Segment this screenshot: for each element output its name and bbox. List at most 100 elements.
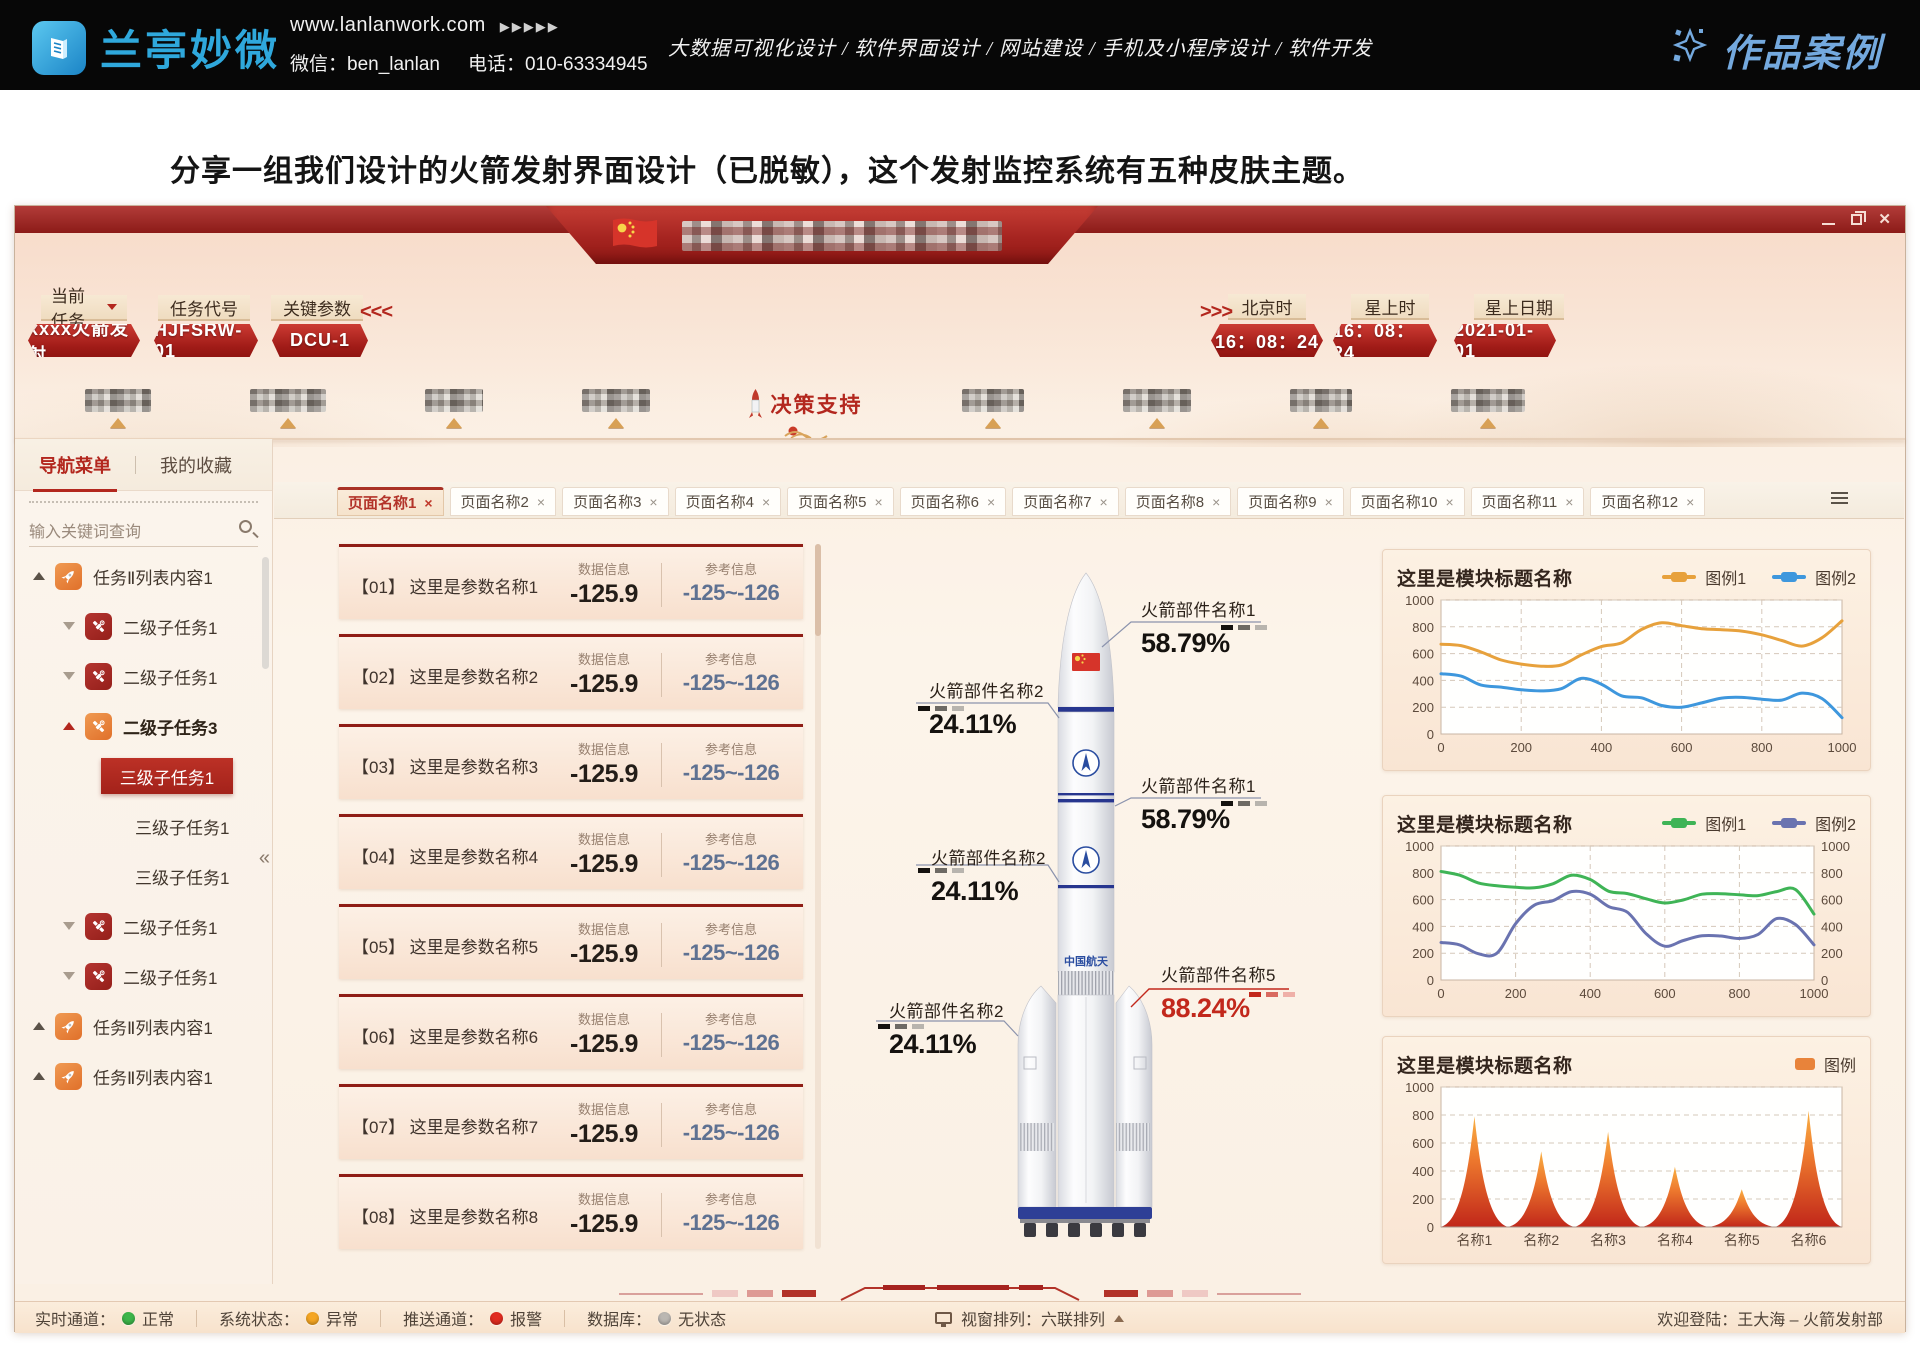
legend-item[interactable]: 图例1 xyxy=(1662,811,1746,835)
restore-icon[interactable] xyxy=(1851,214,1862,225)
page-tab-11[interactable]: 页面名称11× xyxy=(1471,487,1585,516)
tree-item-7[interactable]: 三级子任务1 xyxy=(15,851,272,901)
caret-down-icon[interactable] xyxy=(63,972,75,980)
parameter-scrollbar[interactable] xyxy=(815,544,821,1249)
tree-item-4[interactable]: 二级子任务3 xyxy=(15,701,272,751)
tree-item-5[interactable]: 三级子任务1 xyxy=(15,751,272,801)
tab-close-icon[interactable]: × xyxy=(1565,494,1573,510)
page-tab-4[interactable]: 页面名称4× xyxy=(675,487,782,516)
page-tab-9[interactable]: 页面名称9× xyxy=(1237,487,1344,516)
tab-list-menu-icon[interactable] xyxy=(1831,492,1848,507)
page-tab-2[interactable]: 页面名称2× xyxy=(450,487,557,516)
data-info-value: -125.9 xyxy=(549,670,659,699)
svg-text:名称4: 名称4 xyxy=(1657,1232,1693,1248)
caret-up-icon[interactable] xyxy=(63,722,75,730)
minimize-icon[interactable] xyxy=(1822,223,1835,225)
page-tab-5[interactable]: 页面名称5× xyxy=(787,487,894,516)
legend-item[interactable]: 图例2 xyxy=(1772,565,1856,589)
tab-close-icon[interactable]: × xyxy=(874,494,882,510)
search-placeholder: 输入关键词查询 xyxy=(29,518,141,542)
page-tab-1[interactable]: 页面名称1× xyxy=(337,487,444,516)
menu-item-censored-3[interactable] xyxy=(582,389,650,428)
tab-close-icon[interactable]: × xyxy=(1325,494,1333,510)
tree-item-9[interactable]: 二级子任务1 xyxy=(15,951,272,1001)
tree-item-10[interactable]: 任务Ⅱ列表内容1 xyxy=(15,1001,272,1051)
parameter-card-2[interactable]: 【02】 这里是参数名称2数据信息-125.9参考信息-125~-126 xyxy=(339,634,803,709)
page-tab-8[interactable]: 页面名称8× xyxy=(1125,487,1232,516)
close-icon[interactable]: ✕ xyxy=(1878,213,1891,226)
page-tab-6[interactable]: 页面名称6× xyxy=(900,487,1007,516)
chevron-up-icon xyxy=(1114,1315,1124,1322)
censored-app-title xyxy=(682,221,1002,251)
legend-item[interactable]: 图例1 xyxy=(1662,565,1746,589)
chart-card-2: 这里是模块标题名称图例1图例20020020040040060060080080… xyxy=(1382,795,1871,1017)
parameter-card-7[interactable]: 【07】 这里是参数名称7数据信息-125.9参考信息-125~-126 xyxy=(339,1084,803,1159)
showcase-caption: 分享一组我们设计的火箭发射界面设计（已脱敏），这个发射监控系统有五种皮肤主题。 xyxy=(170,146,1364,190)
tree-item-2[interactable]: 二级子任务1 xyxy=(15,601,272,651)
status-item-2: 系统状态：异常 xyxy=(219,1306,358,1330)
search-input[interactable]: 输入关键词查询 xyxy=(29,513,258,547)
parameter-card-6[interactable]: 【06】 这里是参数名称6数据信息-125.9参考信息-125~-126 xyxy=(339,994,803,1069)
tab-close-icon[interactable]: × xyxy=(1686,494,1694,510)
legend-item[interactable]: 图例2 xyxy=(1772,811,1856,835)
tab-close-icon[interactable]: × xyxy=(1100,494,1108,510)
tab-close-icon[interactable]: × xyxy=(424,495,432,511)
caret-down-icon[interactable] xyxy=(63,672,75,680)
tab-close-icon[interactable]: × xyxy=(987,494,995,510)
callout-part-name: 火箭部件名称2 xyxy=(929,677,1044,702)
window-layout-control[interactable]: 视窗排列：六联排列 xyxy=(935,1302,1124,1334)
svg-text:400: 400 xyxy=(1412,1164,1434,1179)
parameter-card-5[interactable]: 【05】 这里是参数名称5数据信息-125.9参考信息-125~-126 xyxy=(339,904,803,979)
menu-item-censored-6[interactable] xyxy=(1123,389,1191,428)
page-tab-10[interactable]: 页面名称10× xyxy=(1350,487,1465,516)
page-tab-7[interactable]: 页面名称7× xyxy=(1012,487,1119,516)
tree-item-11[interactable]: 任务Ⅱ列表内容1 xyxy=(15,1051,272,1101)
task-field-label-3[interactable]: 关键参数 xyxy=(271,295,363,321)
svg-text:名称3: 名称3 xyxy=(1590,1232,1626,1248)
tab-close-icon[interactable]: × xyxy=(762,494,770,510)
page-tab-3[interactable]: 页面名称3× xyxy=(562,487,669,516)
reference-column: 参考信息-125~-126 xyxy=(669,919,793,966)
tree-item-3[interactable]: 二级子任务1 xyxy=(15,651,272,701)
caret-down-icon[interactable] xyxy=(63,922,75,930)
menu-item-censored-0[interactable] xyxy=(85,389,151,428)
data-info-column: 数据信息-125.9 xyxy=(549,919,659,969)
tab-my-favorites[interactable]: 我的收藏 xyxy=(136,452,256,478)
tab-close-icon[interactable]: × xyxy=(1212,494,1220,510)
parameter-card-3[interactable]: 【03】 这里是参数名称3数据信息-125.9参考信息-125~-126 xyxy=(339,724,803,799)
task-field-label-1[interactable]: 当前任务 xyxy=(41,295,127,321)
sidebar-collapse-icon[interactable]: « xyxy=(259,847,270,870)
menu-item-censored-8[interactable] xyxy=(1451,389,1525,428)
sidebar-scrollbar[interactable] xyxy=(262,557,269,669)
caret-down-icon[interactable] xyxy=(63,622,75,630)
tab-close-icon[interactable]: × xyxy=(1445,494,1453,510)
tab-close-icon[interactable]: × xyxy=(537,494,545,510)
parameter-card-1[interactable]: 【01】 这里是参数名称1数据信息-125.9参考信息-125~-126 xyxy=(339,544,803,619)
menu-item-censored-2[interactable] xyxy=(425,389,483,428)
menu-ornament-icon xyxy=(446,418,462,428)
page-tab-12[interactable]: 页面名称12× xyxy=(1590,487,1705,516)
portfolio-link[interactable]: 作品案例 xyxy=(1668,22,1882,77)
parameter-card-8[interactable]: 【08】 这里是参数名称8数据信息-125.9参考信息-125~-126 xyxy=(339,1174,803,1249)
caret-up-icon[interactable] xyxy=(33,572,45,580)
svg-text:1000: 1000 xyxy=(1405,593,1434,608)
menu-item-censored-7[interactable] xyxy=(1290,389,1352,428)
legend-item[interactable]: 图例 xyxy=(1795,1052,1856,1076)
caret-up-icon[interactable] xyxy=(33,1022,45,1030)
tree-item-6[interactable]: 三级子任务1 xyxy=(15,801,272,851)
svg-text:1000: 1000 xyxy=(1821,839,1850,854)
parameter-card-4[interactable]: 【04】 这里是参数名称4数据信息-125.9参考信息-125~-126 xyxy=(339,814,803,889)
search-icon[interactable] xyxy=(239,520,252,533)
tab-nav-menu[interactable]: 导航菜单 xyxy=(15,452,135,478)
tab-close-icon[interactable]: × xyxy=(649,494,657,510)
menu-item-censored-1[interactable] xyxy=(250,389,326,428)
chart-plot-3: 02004006008001000名称1名称2名称3名称4名称5名称6 xyxy=(1397,1079,1858,1251)
caret-up-icon[interactable] xyxy=(33,1072,45,1080)
parameter-name: 【01】 这里是参数名称1 xyxy=(352,573,538,598)
tree-item-8[interactable]: 二级子任务1 xyxy=(15,901,272,951)
menu-item-censored-5[interactable] xyxy=(962,389,1024,428)
task-field-label-2[interactable]: 任务代号 xyxy=(158,295,250,321)
tree-item-1[interactable]: 任务Ⅱ列表内容1 xyxy=(15,551,272,601)
menu-item-decision-support[interactable]: 决策支持 xyxy=(749,389,862,443)
sparkle-star-icon xyxy=(1668,25,1710,74)
